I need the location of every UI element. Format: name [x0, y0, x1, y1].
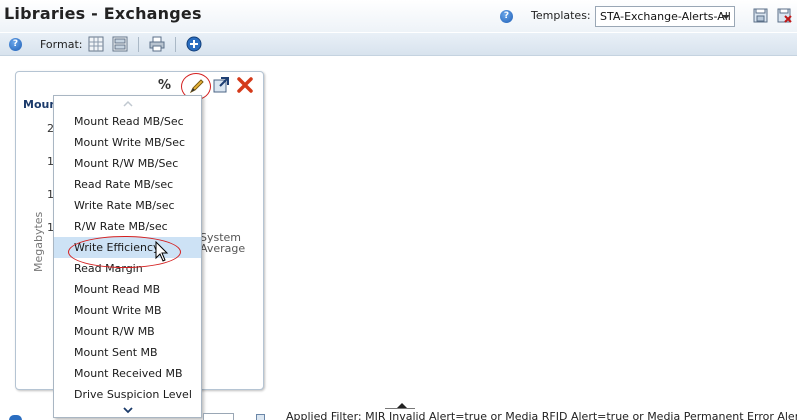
grid-layout-icon[interactable] [88, 36, 104, 52]
menu-item[interactable]: Mount Write MB/Sec [54, 132, 201, 153]
menu-item[interactable]: Mount Sent MB [54, 342, 201, 363]
y-axis-label: Megabytes [32, 211, 45, 272]
menu-item[interactable]: Mount Read MB/Sec [54, 111, 201, 132]
toolbar-help-icon[interactable]: ? [9, 38, 22, 51]
toolbar-separator [138, 37, 139, 52]
percent-icon[interactable]: % [158, 78, 171, 93]
delete-template-icon[interactable] [777, 8, 792, 23]
menu-item[interactable]: Mount Received MB [54, 363, 201, 384]
close-icon[interactable] [236, 76, 254, 94]
format-label: Format: [40, 38, 83, 51]
help-icon[interactable]: ? [500, 10, 513, 23]
print-icon[interactable] [149, 36, 165, 52]
menu-item[interactable]: Mount R/W MB/Sec [54, 153, 201, 174]
menu-item[interactable]: Write Rate MB/sec [54, 195, 201, 216]
applied-filter-text: Applied Filter: MIR Invalid Alert=true o… [286, 410, 797, 420]
bottom-toolbar-icon[interactable] [256, 414, 265, 420]
menu-item[interactable]: Mount Read MB [54, 279, 201, 300]
scroll-up-icon[interactable] [122, 100, 134, 108]
splitter[interactable] [385, 408, 415, 409]
maximize-icon[interactable] [213, 77, 229, 93]
menu-item[interactable]: Mount R/W MB [54, 321, 201, 342]
legend-label: System Average [200, 231, 246, 255]
templates-selected-value: STA-Exchange-Alerts-All [600, 10, 731, 23]
toolbar: ? Format: [0, 33, 797, 56]
chevron-down-icon [722, 15, 730, 19]
toolbar-separator [175, 37, 176, 52]
menu-item[interactable]: Mount Write MB [54, 300, 201, 321]
page-title: Libraries - Exchanges [4, 4, 202, 23]
menu-item[interactable]: R/W Rate MB/sec [54, 216, 201, 237]
chart-metric-dropdown[interactable]: Mount Read MB/Sec Mount Write MB/Sec Mou… [53, 95, 202, 418]
add-icon[interactable] [186, 36, 202, 52]
scroll-down-icon[interactable] [122, 406, 134, 414]
save-template-icon[interactable] [753, 8, 768, 23]
stacked-layout-icon[interactable] [112, 36, 128, 52]
templates-select[interactable]: STA-Exchange-Alerts-All [595, 6, 735, 27]
menu-item[interactable]: Drive Suspicion Level [54, 384, 201, 405]
title-bar: Libraries - Exchanges ? Templates: STA-E… [0, 0, 797, 32]
bottom-input[interactable] [203, 413, 234, 420]
menu-item[interactable]: Read Rate MB/sec [54, 174, 201, 195]
bottom-help-icon[interactable] [9, 415, 22, 420]
mouse-pointer-icon [155, 241, 169, 262]
templates-label: Templates: [531, 9, 591, 22]
pencil-icon[interactable] [189, 78, 205, 94]
